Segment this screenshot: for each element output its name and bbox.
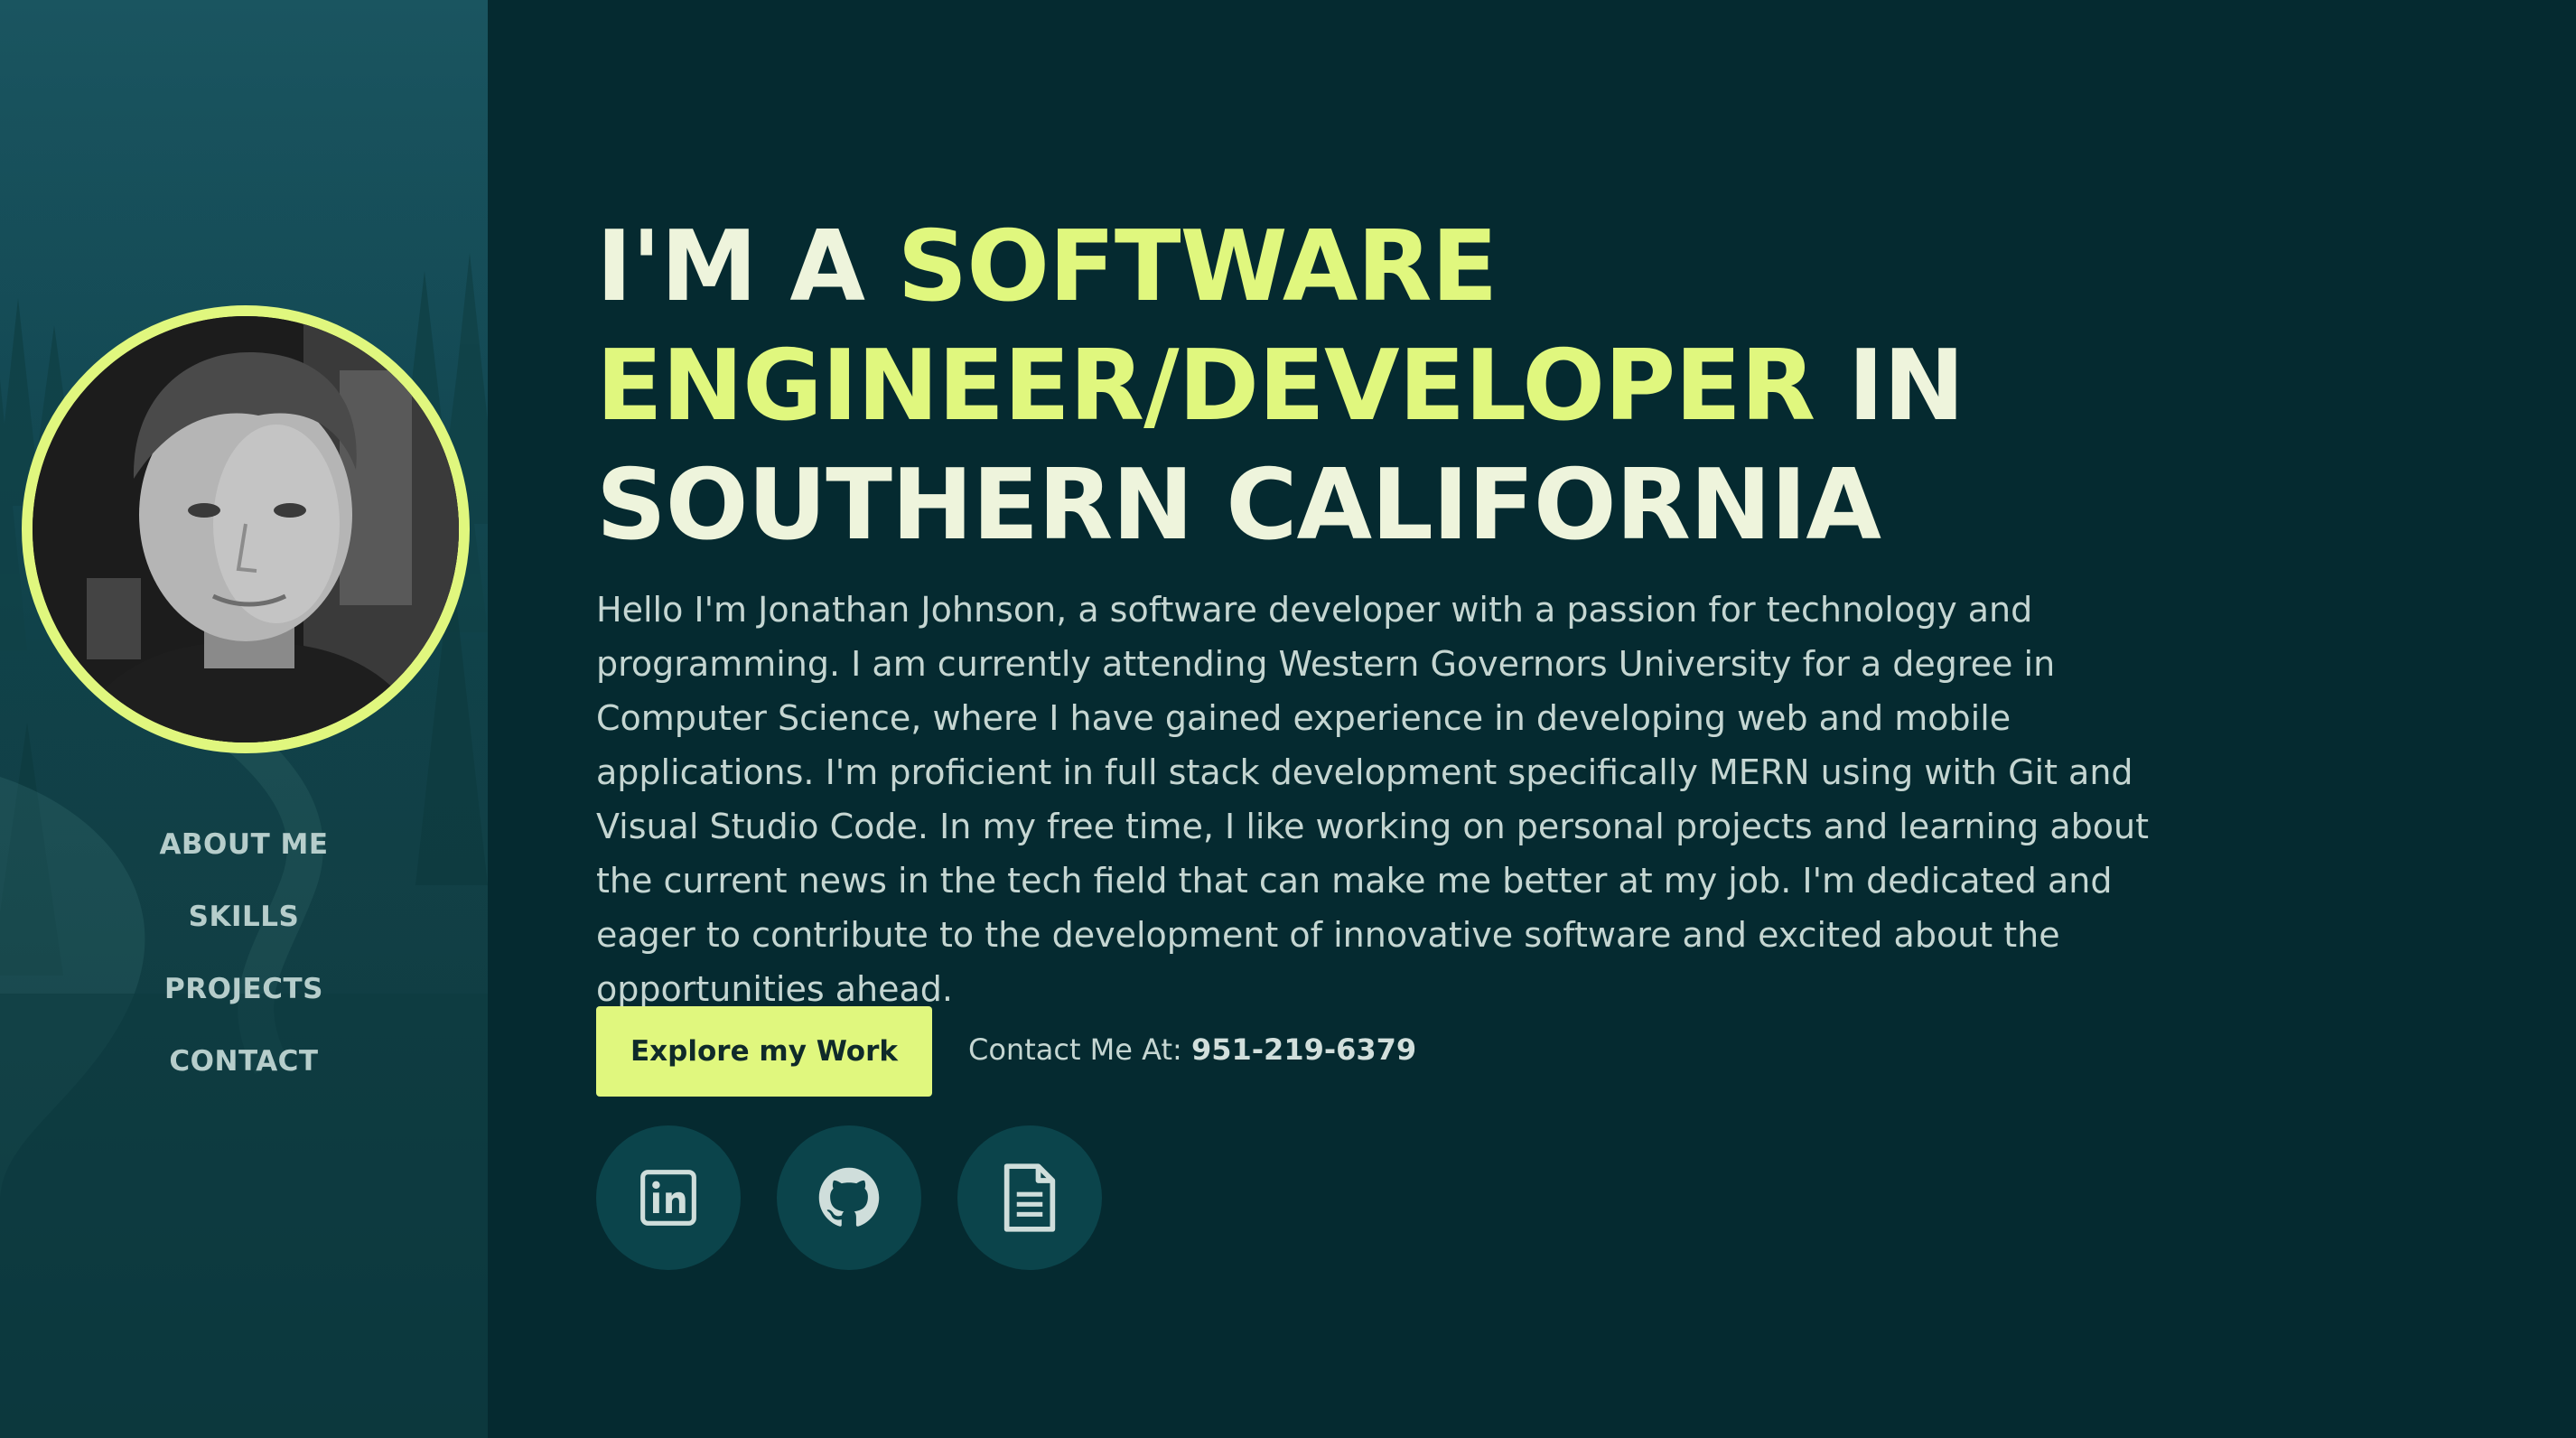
sidebar-nav: ABOUT ME SKILLS PROJECTS CONTACT bbox=[0, 817, 488, 1107]
social-links bbox=[596, 1125, 1102, 1270]
nav-about-me[interactable]: ABOUT ME bbox=[159, 817, 328, 890]
resume-link[interactable] bbox=[957, 1125, 1102, 1270]
hero-headline: I'M A SOFTWARE ENGINEER/DEVELOPER IN SOU… bbox=[596, 208, 2222, 565]
github-link[interactable] bbox=[777, 1125, 921, 1270]
document-icon bbox=[1003, 1163, 1056, 1232]
avatar bbox=[22, 305, 470, 753]
linkedin-icon bbox=[640, 1170, 696, 1226]
hero-section: I'M A SOFTWARE ENGINEER/DEVELOPER IN SOU… bbox=[488, 0, 2576, 1438]
explore-work-button[interactable]: Explore my Work bbox=[596, 1006, 932, 1097]
avatar-photo bbox=[33, 316, 459, 742]
linkedin-link[interactable] bbox=[596, 1125, 741, 1270]
contact-phone[interactable]: 951-219-6379 bbox=[1191, 1032, 1416, 1067]
hero-bio: Hello I'm Jonathan Johnson, a software d… bbox=[596, 590, 2150, 1009]
nav-skills[interactable]: SKILLS bbox=[189, 890, 300, 962]
headline-prefix: I'M A bbox=[596, 210, 898, 323]
github-icon bbox=[818, 1167, 880, 1227]
contact-prefix: Contact Me At: bbox=[968, 1032, 1191, 1067]
portfolio-page: ABOUT ME SKILLS PROJECTS CONTACT I'M A S… bbox=[0, 0, 2576, 1438]
contact-info: Contact Me At: 951-219-6379 bbox=[968, 1030, 1416, 1069]
sidebar: ABOUT ME SKILLS PROJECTS CONTACT bbox=[0, 0, 488, 1438]
nav-contact[interactable]: CONTACT bbox=[169, 1034, 318, 1107]
nav-projects[interactable]: PROJECTS bbox=[164, 962, 323, 1034]
